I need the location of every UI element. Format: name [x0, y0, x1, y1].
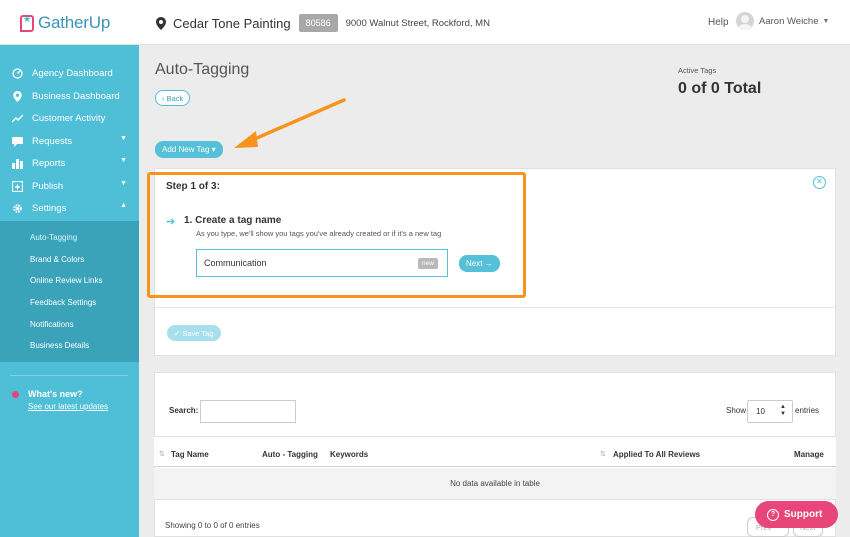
whats-new-link[interactable]: See our latest updates	[28, 402, 108, 411]
submenu-item-business-details[interactable]: Business Details	[30, 341, 89, 350]
new-tag-badge: new	[418, 258, 438, 269]
arrow-right-icon: ➔	[166, 216, 176, 228]
submenu-item-notifications[interactable]: Notifications	[30, 320, 74, 329]
sidebar-item-label: Requests	[32, 135, 73, 147]
avatar	[736, 12, 754, 30]
bar-chart-icon	[12, 158, 23, 169]
page-title: Auto-Tagging	[155, 61, 250, 78]
location-pin-icon	[156, 16, 166, 30]
sort-icon[interactable]: ⇅	[600, 450, 606, 458]
notification-dot-icon	[12, 391, 19, 398]
sidebar-item-label: Reports	[32, 157, 66, 169]
business-address: 9000 Walnut Street, Rockford, MN	[345, 17, 490, 29]
save-tag-button[interactable]: ✓ Save Tag	[167, 325, 221, 341]
tag-name-input[interactable]	[196, 249, 448, 277]
chevron-down-icon: ▼	[120, 157, 127, 164]
close-icon[interactable]: ✕	[813, 176, 826, 189]
annotation-arrow-icon	[234, 98, 346, 148]
step-title: 1. Create a tag name	[184, 215, 282, 226]
sidebar: Agency Dashboard Business Dashboard Cust…	[0, 45, 139, 537]
entries-value: 10	[756, 407, 765, 416]
back-button[interactable]: ‹ Back	[155, 90, 191, 106]
sidebar-item-reports[interactable]: Reports ▼	[0, 152, 139, 174]
support-button[interactable]: ? Support	[755, 501, 838, 528]
pagination-info: Showing 0 to 0 of 0 entries	[165, 521, 260, 530]
column-header-tag-name[interactable]: Tag Name	[171, 450, 209, 459]
sidebar-item-business-dashboard[interactable]: Business Dashboard	[0, 85, 139, 107]
step-indicator: Step 1 of 3:	[166, 181, 220, 192]
support-label: Support	[784, 509, 823, 520]
active-tags-label: Active Tags	[678, 66, 717, 75]
sort-icon[interactable]: ⇅	[159, 450, 165, 458]
empty-table-message: No data available in table	[450, 479, 540, 488]
entries-label: entries	[795, 406, 820, 415]
submenu-item-brand-colors[interactable]: Brand & Colors	[30, 255, 84, 264]
search-label: Search:	[169, 406, 199, 415]
column-header-applied[interactable]: Applied To All Reviews	[613, 450, 700, 459]
logo-text: GatherUp	[38, 13, 111, 32]
table-row: No data available in table	[154, 468, 836, 500]
sidebar-item-label: Customer Activity	[32, 112, 106, 124]
submenu-item-auto-tagging[interactable]: Auto-Tagging	[30, 233, 77, 242]
add-new-tag-button[interactable]: Add New Tag ▾	[155, 141, 223, 158]
sidebar-item-label: Business Dashboard	[32, 90, 120, 102]
search-input[interactable]	[200, 400, 296, 423]
stepper-icon: ▲ ▼	[780, 404, 786, 417]
submenu-item-feedback-settings[interactable]: Feedback Settings	[30, 298, 96, 307]
gatherup-logo[interactable]: GatherUp	[20, 13, 110, 33]
business-name: Cedar Tone Painting	[173, 15, 291, 31]
panel-divider	[155, 307, 835, 308]
publish-icon	[12, 180, 23, 192]
top-bar: GatherUp Cedar Tone Painting 80586 9000 …	[0, 0, 850, 45]
column-header-auto-tagging[interactable]: Auto - Tagging	[262, 450, 318, 459]
gear-icon	[12, 203, 23, 214]
sidebar-item-requests[interactable]: Requests ▼	[0, 130, 139, 152]
chat-icon	[12, 136, 23, 147]
logo-mark-icon	[20, 14, 34, 32]
trend-line-icon	[12, 113, 23, 124]
location-pin-icon	[12, 90, 23, 102]
column-header-keywords[interactable]: Keywords	[330, 450, 368, 459]
user-name: Aaron Weiche	[759, 15, 819, 27]
business-selector[interactable]: Cedar Tone Painting 80586 9000 Walnut St…	[156, 14, 490, 32]
show-label: Show	[726, 406, 747, 415]
business-id-badge: 80586	[298, 14, 338, 32]
whats-new: What's new? See our latest updates	[12, 389, 108, 411]
sidebar-divider	[10, 375, 128, 376]
next-button[interactable]: Next →	[459, 255, 500, 272]
user-menu[interactable]: Aaron Weiche ▼	[736, 12, 829, 30]
table-header	[154, 436, 836, 467]
submenu-item-online-review-links[interactable]: Online Review Links	[30, 276, 102, 285]
sidebar-item-label: Settings	[32, 202, 67, 214]
sidebar-item-publish[interactable]: Publish ▼	[0, 175, 139, 197]
step-hint: As you type, we'll show you tags you've …	[196, 229, 442, 238]
chevron-down-icon: ▼	[822, 17, 830, 25]
sidebar-item-customer-activity[interactable]: Customer Activity	[0, 107, 139, 129]
sidebar-item-agency-dashboard[interactable]: Agency Dashboard	[0, 62, 139, 84]
chevron-down-icon: ▼	[120, 135, 127, 142]
chevron-up-icon: ▲	[120, 202, 127, 209]
sidebar-item-label: Agency Dashboard	[32, 67, 113, 79]
sidebar-item-label: Publish	[32, 180, 64, 192]
entries-per-page-select[interactable]: 10 ▲ ▼	[747, 400, 793, 423]
sidebar-item-settings[interactable]: Settings ▲	[0, 197, 139, 219]
help-link[interactable]: Help	[708, 17, 729, 28]
gauge-icon	[12, 67, 23, 79]
active-tags-count: 0 of 0 Total	[678, 80, 762, 97]
question-icon: ?	[767, 508, 779, 521]
whats-new-title: What's new?	[28, 389, 83, 399]
settings-submenu: Auto-Tagging Brand & Colors Online Revie…	[0, 221, 139, 362]
chevron-down-icon: ▼	[120, 180, 127, 187]
column-header-manage: Manage	[794, 450, 824, 459]
